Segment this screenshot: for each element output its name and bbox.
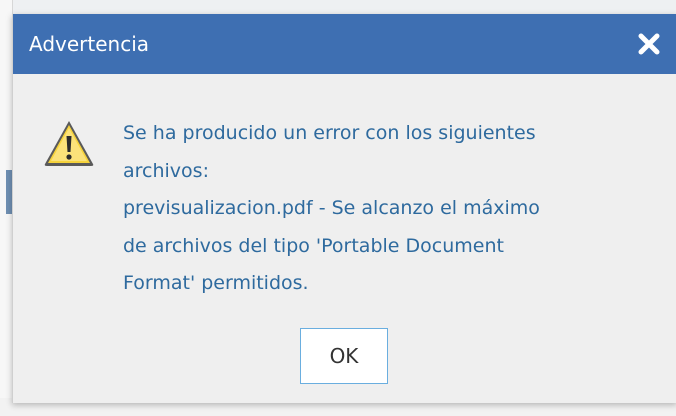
dialog-message: Se ha producido un error con los siguien… xyxy=(123,115,643,303)
message-line: Format' permitidos. xyxy=(123,272,309,294)
ok-button[interactable]: OK xyxy=(300,328,388,384)
warning-dialog: Advertencia Se ha producido un error con… xyxy=(12,14,676,403)
message-line: de archivos del tipo 'Portable Document xyxy=(123,234,504,257)
dialog-title: Advertencia xyxy=(29,32,150,56)
message-line: previsualizacion.pdf - Se alcanzo el máx… xyxy=(123,197,540,219)
close-button[interactable] xyxy=(635,30,663,58)
warning-icon xyxy=(44,121,94,166)
message-line: Se ha producido un error con los siguien… xyxy=(123,122,536,144)
dialog-title-bar: Advertencia xyxy=(13,14,676,74)
close-icon xyxy=(638,33,660,55)
message-line: archivos: xyxy=(123,159,209,182)
